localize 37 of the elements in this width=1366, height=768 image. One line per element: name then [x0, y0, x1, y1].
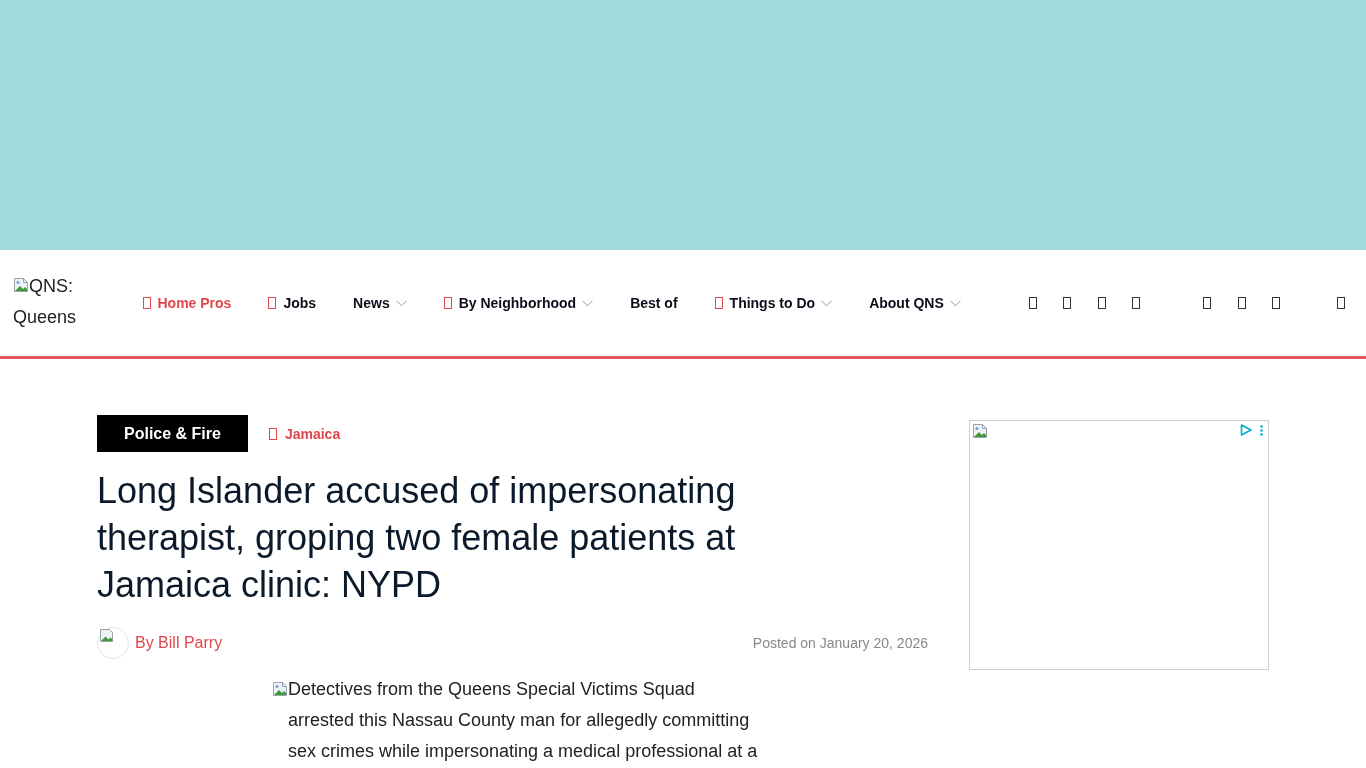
missing-glyph-icon — [443, 297, 452, 309]
missing-glyph-icon[interactable] — [1132, 297, 1140, 309]
more-vertical-icon[interactable] — [1260, 424, 1263, 436]
broken-image-icon — [13, 277, 29, 293]
author-link[interactable]: By Bill Parry — [135, 634, 223, 652]
avatar-icon — [97, 627, 129, 659]
nav-link[interactable]: About QNS — [850, 295, 980, 311]
category-badge[interactable]: Police & Fire — [97, 415, 248, 452]
missing-glyph-icon[interactable] — [1028, 297, 1037, 309]
missing-glyph-icon — [268, 297, 277, 309]
nav-link[interactable]: News — [334, 295, 426, 311]
missing-glyph-icon — [268, 427, 277, 440]
missing-glyph-icon — [142, 297, 151, 309]
missing-glyph-icon[interactable] — [1097, 297, 1106, 309]
nav-link[interactable]: Best of — [611, 295, 697, 311]
chevron-down-icon — [821, 299, 833, 307]
chevron-down-icon — [949, 299, 961, 307]
nav-link[interactable]: Things to Do — [696, 295, 851, 311]
missing-glyph-icon[interactable] — [1272, 297, 1280, 309]
image-alt-text: Detectives from the Queens Special Victims Squad arrested this Nassau County man for allegedly committing sex crimes while impersonating a medical professional at a — [288, 678, 759, 763]
missing-glyph-icon — [714, 297, 723, 309]
missing-glyph-icon[interactable] — [1063, 297, 1071, 309]
nav-link[interactable]: Jobs — [249, 295, 335, 311]
tag-link[interactable]: Jamaica — [268, 425, 341, 442]
nav-link[interactable]: Home Pros — [124, 295, 250, 311]
chevron-down-icon — [582, 299, 594, 307]
play-triangle-icon[interactable] — [1240, 424, 1252, 436]
logo-link[interactable]: QNS: Queens — [13, 271, 124, 333]
broken-image-icon — [272, 681, 288, 697]
article-title: Long Islander accused of impersonating therapist, groping two female patients at Jamaica clinic: NYPD — [97, 469, 737, 607]
chevron-down-icon — [395, 299, 407, 307]
missing-glyph-icon[interactable] — [1203, 297, 1211, 309]
missing-glyph-icon[interactable] — [1337, 297, 1345, 309]
nav-link[interactable]: By Neighborhood — [425, 295, 612, 311]
missing-glyph-icon[interactable] — [1237, 297, 1246, 309]
post-date: Posted on January 20, 2026 — [752, 635, 928, 651]
broken-image-icon — [972, 423, 988, 439]
